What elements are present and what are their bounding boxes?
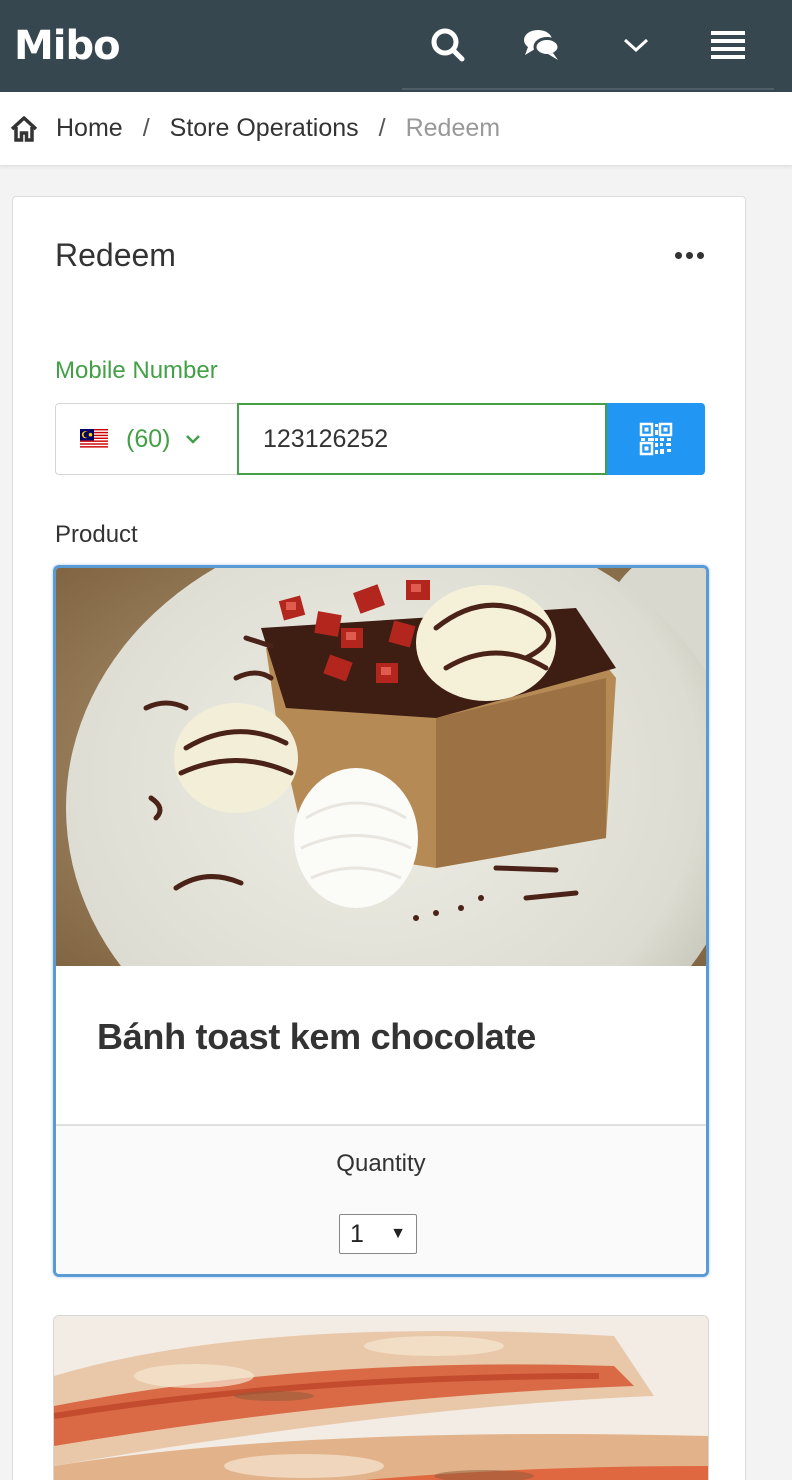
product-image-chocolate-toast [56, 568, 706, 968]
hamburger-menu-icon[interactable] [705, 22, 751, 68]
country-code-text: (60) [126, 424, 171, 453]
product-card[interactable] [53, 1315, 709, 1480]
app-logo[interactable]: Mibo [14, 22, 121, 70]
quantity-value: 1 [350, 1219, 364, 1248]
product-card-selected[interactable]: Bánh toast kem chocolate Quantity 1 ▼ [53, 565, 709, 1277]
product-image-toast-sandwich [54, 1316, 708, 1480]
chevron-down-icon[interactable] [613, 22, 659, 68]
chevron-down-icon [186, 435, 201, 444]
mobile-number-label: Mobile Number [55, 357, 218, 384]
country-code-select[interactable]: (60) [55, 403, 239, 475]
dropdown-arrow-icon: ▼ [390, 1225, 406, 1242]
product-name: Bánh toast kem chocolate [97, 1016, 536, 1057]
breadcrumb-home[interactable]: Home [56, 114, 123, 143]
home-icon[interactable] [10, 115, 38, 143]
page-title: Redeem [55, 237, 176, 273]
breadcrumb-separator: / [378, 114, 386, 142]
breadcrumb-separator: / [142, 114, 150, 142]
redeem-card: Redeem Mobile Number (60) Product [12, 196, 746, 1480]
qr-code-icon [639, 422, 673, 456]
product-label: Product [55, 521, 138, 548]
quantity-label: Quantity [336, 1150, 426, 1177]
top-icon-group [402, 0, 774, 90]
quantity-select[interactable]: 1 ▼ [339, 1214, 417, 1254]
breadcrumb-current: Redeem [405, 114, 501, 142]
breadcrumb: Home / Store Operations / Redeem [0, 92, 792, 166]
top-navbar: Mibo [0, 0, 792, 92]
search-icon[interactable] [425, 22, 471, 68]
mobile-number-input[interactable] [237, 403, 607, 475]
malaysia-flag-icon [80, 429, 108, 449]
breadcrumb-store-operations[interactable]: Store Operations [170, 114, 359, 143]
chat-icon[interactable] [519, 22, 565, 68]
more-options-icon[interactable] [671, 241, 707, 269]
quantity-section: Quantity 1 ▼ [56, 1124, 706, 1274]
qr-scan-button[interactable] [607, 403, 705, 475]
